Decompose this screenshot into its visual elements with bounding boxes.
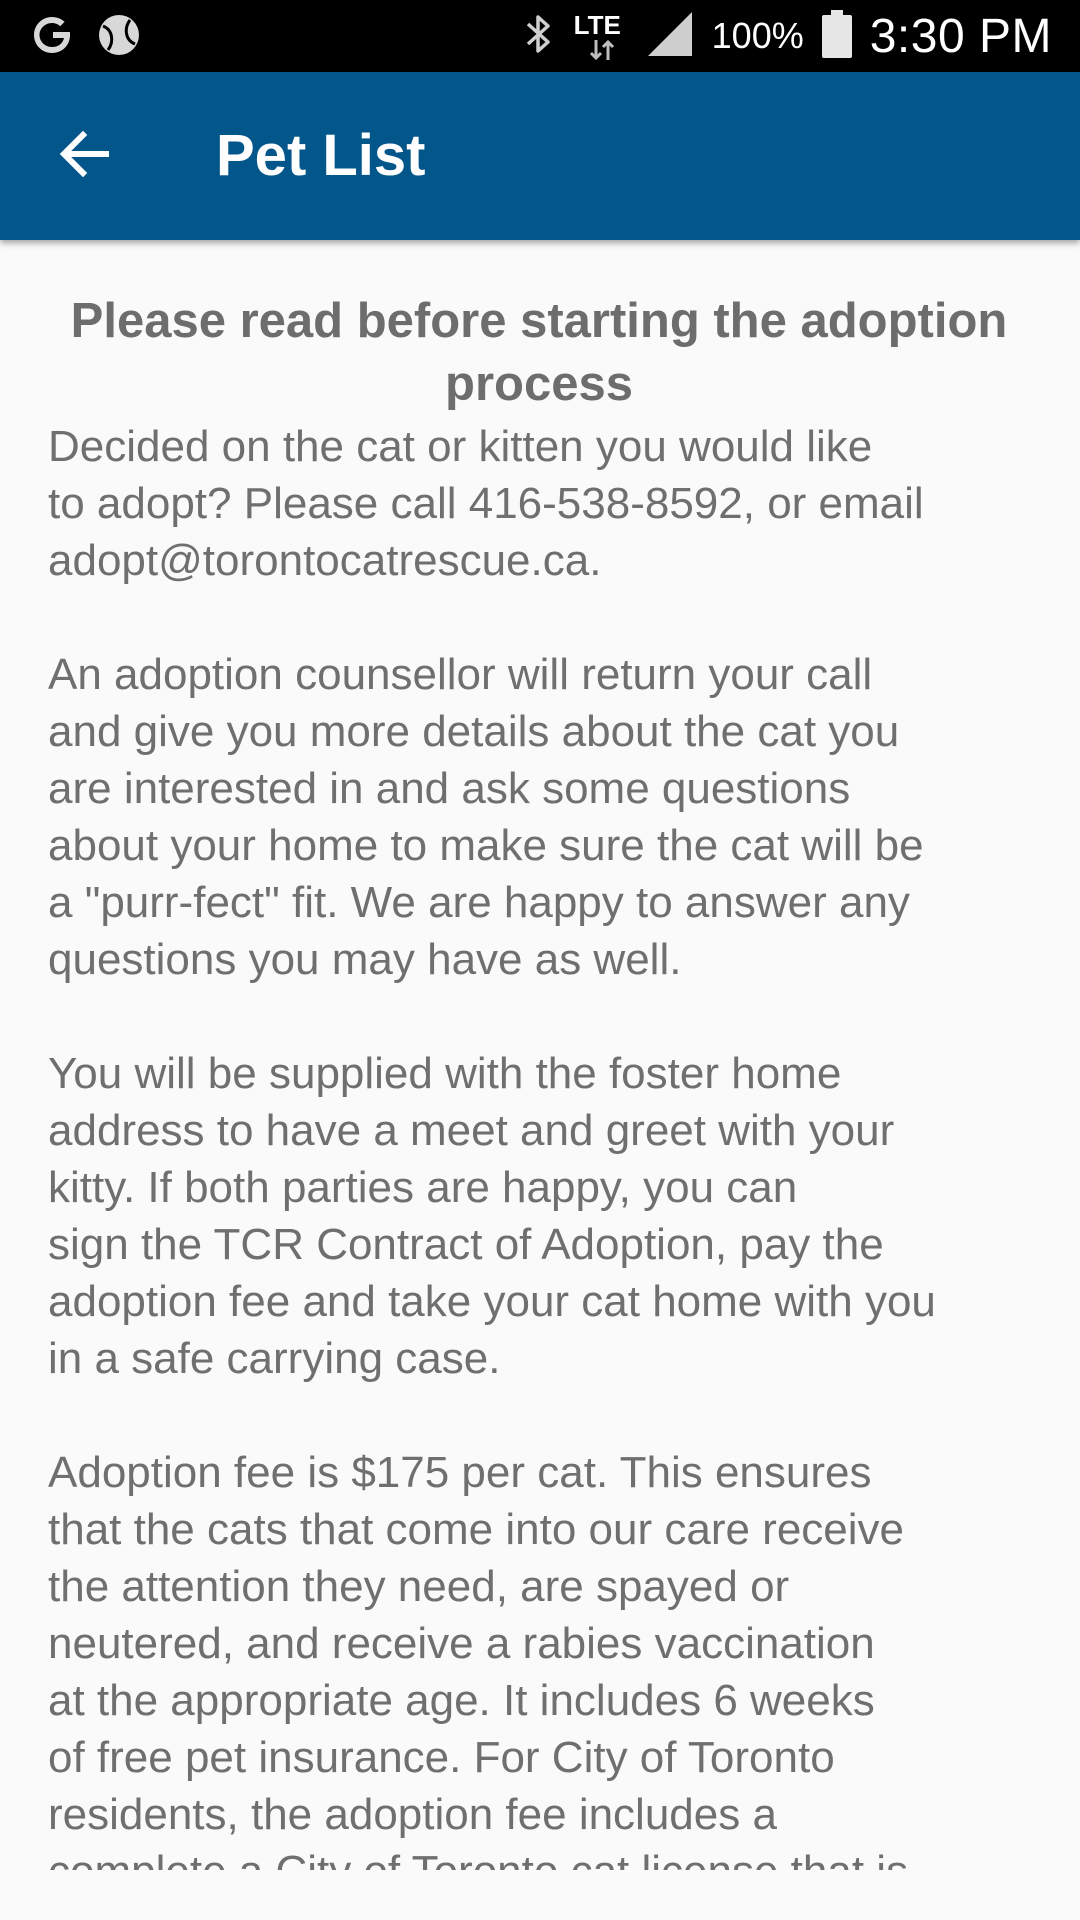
bluetooth-icon xyxy=(522,10,556,63)
arrow-back-icon xyxy=(56,129,112,184)
page-title: Pet List xyxy=(216,123,426,188)
status-left-icons xyxy=(30,12,142,63)
battery-percent: 100% xyxy=(711,15,804,56)
status-bar: LTE 100% 3:30 PM xyxy=(0,0,1080,72)
info-paragraph: Decided on the cat or kitten you would l… xyxy=(48,422,924,585)
info-heading: Please read before starting the adoption… xyxy=(70,294,1008,411)
info-paragraph: An adoption counsellor will return your … xyxy=(48,650,924,984)
info-paragraph: You will be supplied with the foster hom… xyxy=(48,1049,936,1383)
info-paragraph: Adoption fee is $175 per cat. This ensur… xyxy=(48,1448,908,1870)
back-button[interactable] xyxy=(36,108,132,204)
app-bar: Pet List xyxy=(0,72,1080,240)
battery-icon xyxy=(821,9,852,63)
ball-icon xyxy=(96,12,142,63)
adoption-info-content[interactable]: Please read before starting the adoption… xyxy=(48,290,1038,1870)
google-icon xyxy=(30,12,74,63)
lte-icon: LTE xyxy=(574,8,628,64)
status-right-icons: LTE 100% 3:30 PM xyxy=(522,0,1052,72)
network-type-label: LTE xyxy=(573,10,621,40)
signal-icon xyxy=(646,10,694,63)
clock: 3:30 PM xyxy=(869,9,1052,63)
